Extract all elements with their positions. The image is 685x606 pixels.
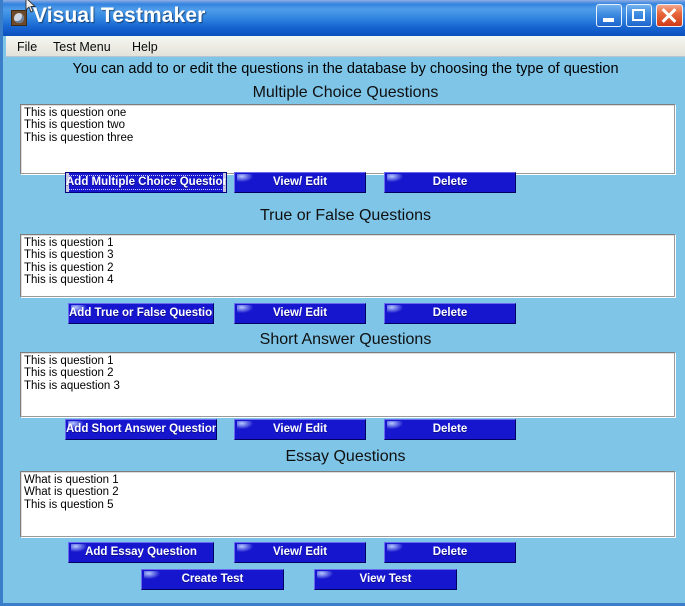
window-title: Visual Testmaker [33, 4, 206, 27]
list-item[interactable]: This is question 2 [24, 262, 674, 274]
view-edit-short-answer-button[interactable]: View/ Edit [234, 419, 366, 440]
list-item[interactable]: This is question two [24, 119, 674, 131]
heading-multiple-choice: Multiple Choice Questions [252, 84, 439, 101]
button-label: Delete [432, 423, 468, 435]
menu-item-file[interactable]: File [12, 39, 42, 55]
list-item[interactable]: What is question 1 [24, 474, 674, 486]
button-label: View Test [359, 573, 412, 585]
button-label: Delete [432, 176, 468, 188]
menu-item-help[interactable]: Help [127, 39, 163, 55]
application-window: Visual Testmaker File Test Menu Help You… [0, 0, 685, 606]
add-true-or-false-question-button[interactable]: Add True or False Question [68, 303, 214, 324]
view-edit-true-or-false-button[interactable]: View/ Edit [234, 303, 366, 324]
button-label: Add Short Answer Question [66, 423, 217, 435]
view-edit-essay-button[interactable]: View/ Edit [234, 542, 366, 563]
button-label: Add Essay Question [85, 546, 197, 558]
view-test-button[interactable]: View Test [314, 569, 457, 590]
listbox-multiple-choice[interactable]: This is question one This is question tw… [20, 104, 675, 174]
list-item[interactable]: What is question 2 [24, 486, 674, 498]
heading-essay: Essay Questions [285, 448, 406, 465]
listbox-short-answer[interactable]: This is question 1 This is question 2 Th… [20, 352, 675, 417]
list-item[interactable]: This is question three [24, 132, 674, 144]
menu-bar: File Test Menu Help [6, 36, 685, 57]
listbox-true-or-false[interactable]: This is question 1 This is question 3 Th… [20, 234, 675, 297]
button-label: View/ Edit [272, 176, 328, 188]
list-item[interactable]: This is aquestion 3 [24, 380, 674, 392]
delete-multiple-choice-button[interactable]: Delete [384, 172, 516, 193]
mouse-cursor-artifact [25, 0, 37, 13]
minimize-button[interactable] [596, 4, 622, 27]
delete-true-or-false-button[interactable]: Delete [384, 303, 516, 324]
button-label: Delete [432, 307, 468, 319]
list-item[interactable]: This is question one [24, 107, 674, 119]
delete-essay-button[interactable]: Delete [384, 542, 516, 563]
minimize-icon [603, 18, 614, 22]
close-button[interactable] [656, 4, 683, 27]
add-short-answer-question-button[interactable]: Add Short Answer Question [65, 419, 217, 440]
maximize-button[interactable] [626, 4, 652, 27]
list-item[interactable]: This is question 2 [24, 367, 674, 379]
button-label: View/ Edit [272, 307, 328, 319]
list-item[interactable]: This is question 3 [24, 249, 674, 261]
heading-true-or-false: True or False Questions [259, 207, 432, 224]
button-label: Delete [432, 546, 468, 558]
intro-text: You can add to or edit the questions in … [72, 61, 619, 77]
button-label: Create Test [181, 573, 244, 585]
title-bar[interactable]: Visual Testmaker [3, 0, 685, 36]
listbox-essay[interactable]: What is question 1 What is question 2 Th… [20, 471, 675, 537]
delete-short-answer-button[interactable]: Delete [384, 419, 516, 440]
button-label: Add Multiple Choice Question [66, 176, 227, 188]
list-item[interactable]: This is question 1 [24, 355, 674, 367]
app-icon-glyph [14, 13, 24, 23]
list-item[interactable]: This is question 1 [24, 237, 674, 249]
create-test-button[interactable]: Create Test [141, 569, 284, 590]
add-multiple-choice-question-button[interactable]: Add Multiple Choice Question [65, 172, 227, 193]
menu-item-test-menu[interactable]: Test Menu [48, 39, 116, 55]
add-essay-question-button[interactable]: Add Essay Question [68, 542, 214, 563]
button-label: View/ Edit [272, 546, 328, 558]
list-item[interactable]: This is question 4 [24, 274, 674, 286]
heading-short-answer: Short Answer Questions [259, 331, 432, 348]
client-area: You can add to or edit the questions in … [6, 57, 685, 603]
maximize-icon [632, 9, 645, 21]
list-item[interactable]: This is question 5 [24, 499, 674, 511]
button-label: View/ Edit [272, 423, 328, 435]
view-edit-multiple-choice-button[interactable]: View/ Edit [234, 172, 366, 193]
button-label: Add True or False Question [69, 307, 214, 319]
